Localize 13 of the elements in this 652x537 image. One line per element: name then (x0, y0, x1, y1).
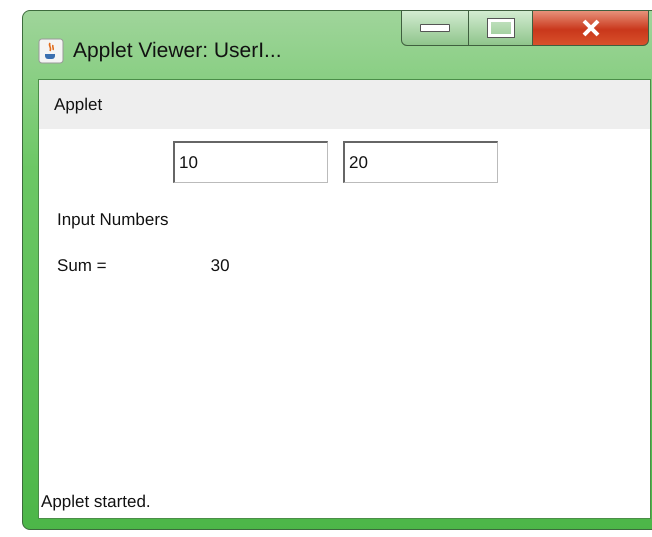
maximize-button[interactable] (469, 10, 533, 46)
input-label: Input Numbers (57, 210, 170, 230)
minimize-button[interactable] (401, 10, 469, 46)
java-cup-icon (38, 38, 64, 64)
status-text: Applet started. (40, 492, 152, 513)
text-field[interactable]: 20 (343, 141, 498, 183)
menu-item[interactable]: Applet (54, 94, 102, 114)
close-icon (580, 19, 600, 37)
text-field[interactable]: 10 (173, 141, 328, 183)
window-title: Applet Viewer: UserI... (73, 39, 282, 63)
close-button[interactable] (533, 10, 649, 46)
sum-label: Sum = (57, 256, 107, 276)
sum-value: 30 (210, 256, 230, 276)
